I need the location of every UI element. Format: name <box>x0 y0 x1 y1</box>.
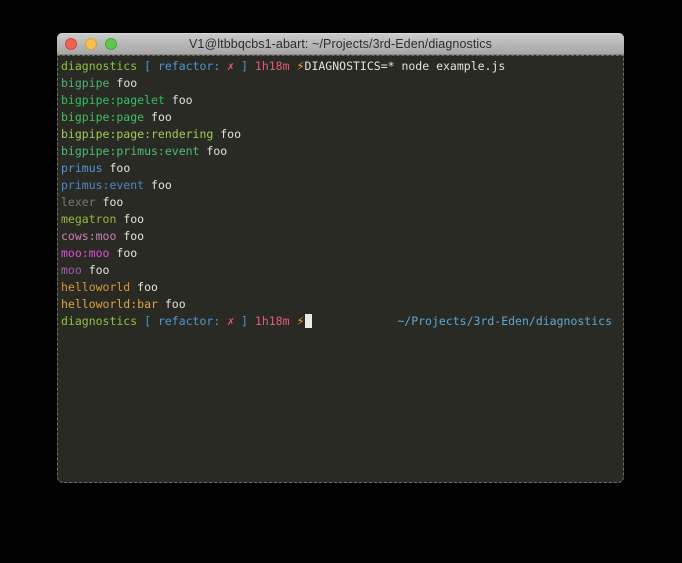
debug-line: lexer foo <box>61 194 620 211</box>
debug-line: moo:moo foo <box>61 245 620 262</box>
debug-line: helloworld:bar foo <box>61 296 620 313</box>
terminal-cursor <box>305 314 312 328</box>
terminal-screen[interactable]: diagnostics [ refactor: ✗ ] 1h18m ⚡DIAGN… <box>57 55 624 483</box>
prompt-duration: 1h18m <box>255 313 297 330</box>
close-button[interactable] <box>65 38 77 50</box>
debug-line: bigpipe:page:rendering foo <box>61 126 620 143</box>
debug-line: bigpipe:primus:event foo <box>61 143 620 160</box>
prompt-project: diagnostics <box>61 313 137 330</box>
debug-line: moo foo <box>61 262 620 279</box>
debug-message: foo <box>199 143 227 160</box>
debug-namespace: bigpipe:pagelet <box>61 92 165 109</box>
debug-line: cows:moo foo <box>61 228 620 245</box>
title-bar[interactable]: V1@ltbbqcbs1-abart: ~/Projects/3rd-Eden/… <box>57 33 624 55</box>
debug-message: foo <box>130 279 158 296</box>
debug-line: primus foo <box>61 160 620 177</box>
debug-namespace: bigpipe:page:rendering <box>61 126 213 143</box>
debug-line: bigpipe:pagelet foo <box>61 92 620 109</box>
debug-message: foo <box>116 211 144 228</box>
debug-namespace: helloworld:bar <box>61 296 158 313</box>
debug-message: foo <box>165 92 193 109</box>
debug-message: foo <box>109 75 137 92</box>
cwd-path: ~/Projects/3rd-Eden/diagnostics <box>397 313 612 330</box>
debug-message: foo <box>96 194 124 211</box>
terminal-window: V1@ltbbqcbs1-abart: ~/Projects/3rd-Eden/… <box>57 33 624 483</box>
debug-line: bigpipe:page foo <box>61 109 620 126</box>
traffic-lights <box>65 34 117 54</box>
debug-namespace: bigpipe:primus:event <box>61 143 199 160</box>
prompt-dirty-mark: ✗ <box>227 58 234 75</box>
prompt-duration: 1h18m <box>255 58 297 75</box>
debug-message: foo <box>82 262 110 279</box>
debug-namespace: lexer <box>61 194 96 211</box>
debug-namespace: bigpipe <box>61 75 109 92</box>
prompt-branch: [ refactor: <box>137 313 227 330</box>
prompt-branch: [ refactor: <box>137 58 227 75</box>
prompt-bracket: ] <box>234 58 255 75</box>
debug-namespace: primus <box>61 160 103 177</box>
prompt-bracket: ] <box>234 313 255 330</box>
prompt-dirty-mark: ✗ <box>227 313 234 330</box>
debug-namespace: cows:moo <box>61 228 116 245</box>
debug-namespace: moo <box>61 262 82 279</box>
debug-line: bigpipe foo <box>61 75 620 92</box>
prompt-project: diagnostics <box>61 58 137 75</box>
lightning-bolt-icon: ⚡ <box>296 58 304 75</box>
debug-line: primus:event foo <box>61 177 620 194</box>
debug-namespace: primus:event <box>61 177 144 194</box>
lightning-bolt-icon: ⚡ <box>296 313 304 330</box>
debug-message: foo <box>103 160 131 177</box>
debug-message: foo <box>109 245 137 262</box>
debug-namespace: helloworld <box>61 279 130 296</box>
debug-namespace: megatron <box>61 211 116 228</box>
minimize-button[interactable] <box>85 38 97 50</box>
prompt-line: diagnostics [ refactor: ✗ ] 1h18m ⚡DIAGN… <box>61 58 620 75</box>
debug-message: foo <box>116 228 144 245</box>
debug-namespace: moo:moo <box>61 245 109 262</box>
debug-message: foo <box>213 126 241 143</box>
debug-message: foo <box>144 109 172 126</box>
debug-line: megatron foo <box>61 211 620 228</box>
debug-message: foo <box>144 177 172 194</box>
debug-line: helloworld foo <box>61 279 620 296</box>
debug-message: foo <box>158 296 186 313</box>
zoom-button[interactable] <box>105 38 117 50</box>
prompt-line: diagnostics [ refactor: ✗ ] 1h18m ⚡ ~/Pro… <box>61 313 620 330</box>
debug-namespace: bigpipe:page <box>61 109 144 126</box>
window-title: V1@ltbbqcbs1-abart: ~/Projects/3rd-Eden/… <box>189 37 492 51</box>
command-text: DIAGNOSTICS=* node example.js <box>305 58 506 75</box>
